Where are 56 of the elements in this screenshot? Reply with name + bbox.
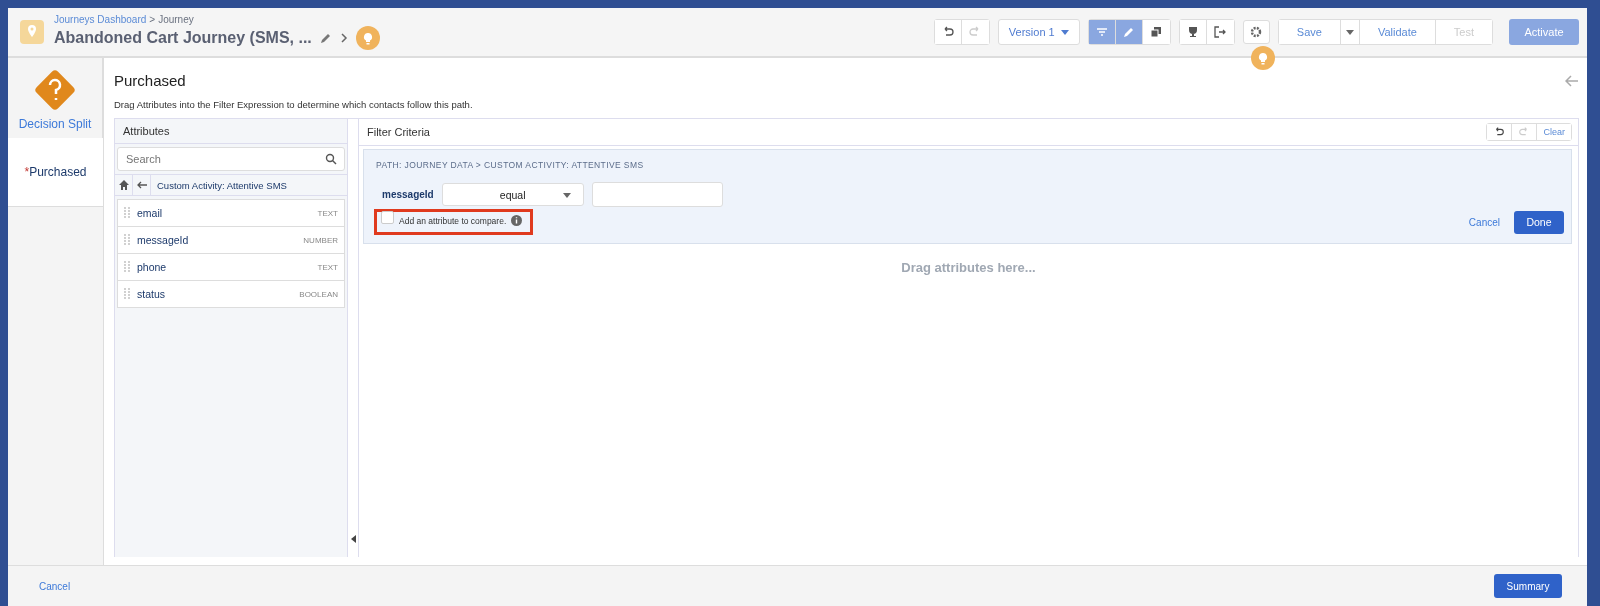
attribute-type: NUMBER [303, 235, 338, 245]
cancel-link[interactable]: Cancel [39, 580, 71, 592]
undo-button[interactable] [934, 20, 962, 44]
search-field[interactable]: Search [117, 147, 345, 171]
undo-button[interactable] [1487, 124, 1513, 140]
path-tab[interactable]: *Purchased [8, 138, 103, 207]
compare-option[interactable]: Add an attribute to compare. [374, 209, 534, 235]
attribute-type: BOOLEAN [299, 289, 338, 299]
breadcrumb-current: Journey [158, 14, 194, 25]
home-icon [117, 179, 130, 191]
exit-icon [1213, 25, 1228, 39]
chevron-right-icon[interactable] [339, 32, 348, 44]
cancel-link[interactable]: Cancel [1468, 216, 1500, 228]
activity-label: Decision Split [18, 117, 92, 131]
attribute-item[interactable]: status BOOLEAN [117, 281, 345, 308]
drag-handle-icon [124, 207, 130, 219]
done-button[interactable]: Done [1514, 210, 1564, 234]
checkbox[interactable] [381, 211, 394, 224]
path-label: PATH: JOURNEY DATA > CUSTOM ACTIVITY: ATTENTIVE SMS [376, 160, 645, 170]
field-name: messageId [382, 189, 434, 200]
journey-title: Abandoned Cart Journey (SMS, ... [54, 29, 312, 47]
breadcrumb-link[interactable]: Journeys Dashboard [54, 14, 147, 25]
back-arrow-icon [135, 179, 148, 191]
trophy-button[interactable] [1179, 20, 1207, 44]
sliders-icon [1094, 25, 1109, 39]
pencil-icon[interactable] [319, 32, 332, 44]
version-dropdown[interactable]: Version 1 [997, 19, 1080, 45]
settings-button[interactable] [1242, 20, 1270, 44]
attribute-type: TEXT [317, 262, 338, 272]
panel-title: Attributes [115, 119, 347, 144]
attribute-location: Custom Activity: Attentive SMS [156, 179, 287, 191]
pencil-icon [1121, 25, 1136, 39]
attribute-item[interactable]: messageId NUMBER [117, 227, 345, 254]
info-icon[interactable] [511, 215, 523, 226]
attribute-item[interactable]: email TEXT [117, 199, 345, 227]
search-icon [325, 153, 337, 165]
drag-handle-icon [124, 288, 130, 300]
drag-handle-icon [124, 261, 130, 273]
value-field[interactable] [591, 182, 723, 207]
attribute-item[interactable]: phone TEXT [117, 254, 345, 281]
operator-dropdown[interactable]: equal [441, 183, 584, 206]
description-text: Drag Attributes into the Filter Expression to determine which contacts follow this path. [114, 99, 474, 110]
breadcrumb-separator: > [149, 14, 156, 25]
attribute-type: TEXT [317, 208, 338, 218]
map-pin-icon [20, 20, 44, 44]
drag-handle-icon [124, 234, 130, 246]
toolbar-action-button[interactable]: Save [1278, 20, 1341, 44]
summary-button[interactable]: Summary [1494, 574, 1562, 598]
activate-button[interactable]: Activate [1509, 19, 1579, 45]
settings-icon [1249, 25, 1264, 39]
undo-icon [1493, 126, 1506, 138]
collapse-caret-icon[interactable] [350, 535, 356, 543]
path-title: Purchased [114, 72, 186, 89]
panel-title: Filter Criteria [367, 126, 430, 138]
copy-icon [1149, 25, 1164, 39]
drop-hint: Drag attributes here... [900, 260, 1037, 275]
